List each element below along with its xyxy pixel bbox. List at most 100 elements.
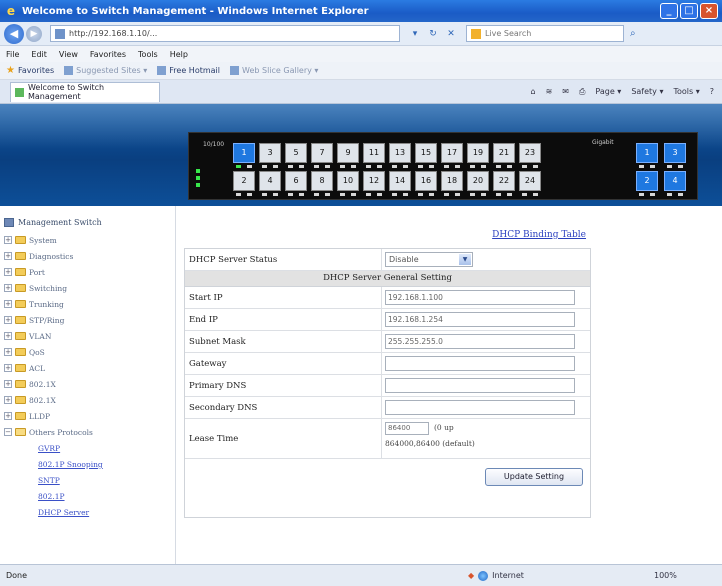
port-8[interactable]: 8 <box>311 171 333 191</box>
port-23[interactable]: 23 <box>519 143 541 163</box>
sidebar-item-8021x-a[interactable]: + 802.1X <box>4 378 56 390</box>
port-21[interactable]: 21 <box>493 143 515 163</box>
port-16[interactable]: 16 <box>415 171 437 191</box>
sidebar-item-qos[interactable]: + QoS <box>4 346 45 358</box>
gateway-input[interactable] <box>385 356 575 371</box>
menu-help[interactable]: Help <box>170 50 188 59</box>
port-14[interactable]: 14 <box>389 171 411 191</box>
dropdown-icon[interactable]: ▾ <box>408 27 422 41</box>
expand-icon[interactable]: + <box>4 364 12 372</box>
sidebar-item-8021x-b[interactable]: + 802.1X <box>4 394 56 406</box>
gigabit-port-4[interactable]: 4 <box>664 171 686 191</box>
feeds-icon[interactable]: ≋ <box>546 87 553 96</box>
search-input[interactable]: Live Search <box>466 25 624 42</box>
port-19[interactable]: 19 <box>467 143 489 163</box>
forward-arrow-icon[interactable]: ▶ <box>26 25 42 42</box>
sidebar-item-lldp[interactable]: + LLDP <box>4 410 50 422</box>
search-icon[interactable]: ⌕ <box>630 28 636 39</box>
home-icon[interactable]: ⌂ <box>531 87 536 96</box>
expand-icon[interactable]: + <box>4 412 12 420</box>
port-1[interactable]: 1 <box>233 143 255 163</box>
menu-view[interactable]: View <box>59 50 78 59</box>
sidebar-item-port[interactable]: + Port <box>4 266 45 278</box>
sidebar-item-trunking[interactable]: + Trunking <box>4 298 64 310</box>
sidebar-item-others-protocols[interactable]: − Others Protocols <box>4 426 93 438</box>
suggested-sites-link[interactable]: Suggested Sites ▾ <box>64 66 147 75</box>
dhcp-status-select[interactable]: Disable ▼ <box>385 252 473 267</box>
print-icon[interactable]: ⎙ <box>579 87 585 97</box>
update-setting-button[interactable]: Update Setting <box>485 468 583 486</box>
sidebar-item-acl[interactable]: + ACL <box>4 362 45 374</box>
port-17[interactable]: 17 <box>441 143 463 163</box>
gigabit-port-1[interactable]: 1 <box>636 143 658 163</box>
lease-time-input[interactable]: 86400 <box>385 422 429 435</box>
port-12[interactable]: 12 <box>363 171 385 191</box>
page-menu[interactable]: Page ▾ <box>595 87 621 96</box>
favorites-button[interactable]: ★ Favorites <box>6 65 54 76</box>
port-4[interactable]: 4 <box>259 171 281 191</box>
back-arrow-icon[interactable]: ◀ <box>4 23 24 44</box>
address-bar[interactable]: http://192.168.1.10/... <box>50 25 400 42</box>
subnet-mask-input[interactable]: 255.255.255.0 <box>385 334 575 349</box>
sidebar-item-system[interactable]: + System <box>4 234 57 246</box>
sidebar-item-diagnostics[interactable]: + Diagnostics <box>4 250 73 262</box>
menu-file[interactable]: File <box>6 50 19 59</box>
expand-icon[interactable]: + <box>4 252 12 260</box>
dhcp-binding-table-link[interactable]: DHCP Binding Table <box>492 230 586 240</box>
port-2[interactable]: 2 <box>233 171 255 191</box>
port-9[interactable]: 9 <box>337 143 359 163</box>
port-7[interactable]: 7 <box>311 143 333 163</box>
sidebar-link-8021p-snooping[interactable]: 802.1P Snooping <box>38 460 103 469</box>
sidebar-link-sntp[interactable]: SNTP <box>38 476 60 485</box>
mail-icon[interactable]: ✉ <box>562 87 569 96</box>
port-11[interactable]: 11 <box>363 143 385 163</box>
port-15[interactable]: 15 <box>415 143 437 163</box>
primary-dns-input[interactable] <box>385 378 575 393</box>
tab-switch-management[interactable]: Welcome to Switch Management <box>10 81 160 102</box>
sidebar-link-gvrp[interactable]: GVRP <box>38 444 60 453</box>
expand-icon[interactable]: + <box>4 332 12 340</box>
gigabit-port-2[interactable]: 2 <box>636 171 658 191</box>
port-10[interactable]: 10 <box>337 171 359 191</box>
web-slice-gallery-link[interactable]: Web Slice Gallery ▾ <box>230 66 318 75</box>
sidebar-item-switching[interactable]: + Switching <box>4 282 67 294</box>
port-6[interactable]: 6 <box>285 171 307 191</box>
port-13[interactable]: 13 <box>389 143 411 163</box>
end-ip-input[interactable]: 192.168.1.254 <box>385 312 575 327</box>
tools-menu[interactable]: Tools ▾ <box>673 87 699 96</box>
start-ip-input[interactable]: 192.168.1.100 <box>385 290 575 305</box>
maximize-button[interactable]: □ <box>680 3 698 19</box>
secondary-dns-input[interactable] <box>385 400 575 415</box>
minimize-button[interactable]: _ <box>660 3 678 19</box>
stop-icon[interactable]: ✕ <box>444 27 458 41</box>
gigabit-port-3[interactable]: 3 <box>664 143 686 163</box>
sidebar-link-8021p[interactable]: 802.1P <box>38 492 65 501</box>
close-button[interactable]: × <box>700 3 718 19</box>
menu-favorites[interactable]: Favorites <box>90 50 126 59</box>
expand-icon[interactable]: + <box>4 316 12 324</box>
refresh-icon[interactable]: ↻ <box>426 27 440 41</box>
port-24[interactable]: 24 <box>519 171 541 191</box>
expand-icon[interactable]: + <box>4 300 12 308</box>
port-18[interactable]: 18 <box>441 171 463 191</box>
expand-icon[interactable]: + <box>4 348 12 356</box>
menu-tools[interactable]: Tools <box>138 50 158 59</box>
expand-icon[interactable]: + <box>4 268 12 276</box>
collapse-icon[interactable]: − <box>4 428 12 436</box>
zoom-level[interactable]: 100% <box>654 571 677 580</box>
help-icon[interactable]: ? <box>710 87 714 96</box>
port-5[interactable]: 5 <box>285 143 307 163</box>
tree-root[interactable]: Management Switch <box>4 218 102 227</box>
expand-icon[interactable]: + <box>4 284 12 292</box>
expand-icon[interactable]: + <box>4 236 12 244</box>
free-hotmail-link[interactable]: Free Hotmail <box>157 66 220 75</box>
menu-edit[interactable]: Edit <box>31 50 47 59</box>
sidebar-item-vlan[interactable]: + VLAN <box>4 330 51 342</box>
sidebar-link-dhcp-server[interactable]: DHCP Server <box>38 508 89 517</box>
expand-icon[interactable]: + <box>4 396 12 404</box>
port-3[interactable]: 3 <box>259 143 281 163</box>
safety-menu[interactable]: Safety ▾ <box>631 87 663 96</box>
port-22[interactable]: 22 <box>493 171 515 191</box>
port-20[interactable]: 20 <box>467 171 489 191</box>
sidebar-item-stp-ring[interactable]: + STP/Ring <box>4 314 64 326</box>
